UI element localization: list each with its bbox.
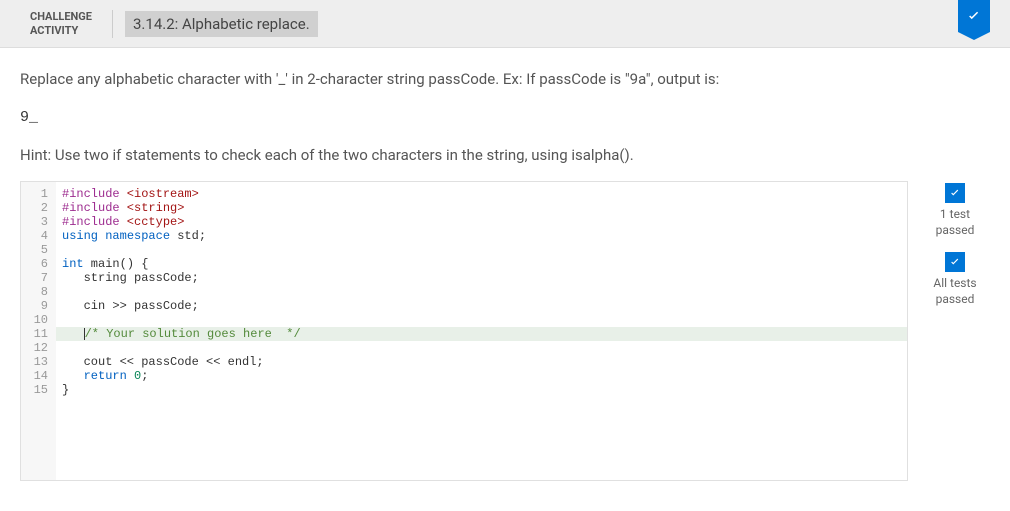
code-line: int main() { — [56, 257, 907, 271]
hint-text: Hint: Use two if statements to check eac… — [20, 144, 990, 167]
code-area[interactable]: #include <iostream> #include <string> #i… — [56, 182, 907, 480]
code-line: #include <cctype> — [56, 215, 907, 229]
completion-badge — [958, 0, 990, 32]
test-check-2 — [945, 252, 965, 272]
code-line — [56, 285, 907, 299]
challenge-header: CHALLENGE ACTIVITY 3.14.2: Alphabetic re… — [0, 0, 1010, 48]
code-line: return 0; — [56, 369, 907, 383]
code-editor[interactable]: 1 2 3 4 5 6 7 8 9 10 11 12 13 14 15 #inc… — [20, 181, 908, 481]
challenge-activity-label: CHALLENGE ACTIVITY — [0, 10, 113, 38]
code-line — [56, 313, 907, 327]
test-status-sidebar: 1 test passed All tests passed — [920, 181, 990, 481]
code-line — [56, 243, 907, 257]
code-line: string passCode; — [56, 271, 907, 285]
code-line: /* Your solution goes here */ — [56, 327, 907, 341]
code-line — [56, 341, 907, 355]
test-check-1 — [945, 183, 965, 203]
check-icon — [948, 255, 962, 269]
test-status-1: 1 test passed — [920, 207, 990, 238]
code-line: cout << passCode << endl; — [56, 355, 907, 369]
challenge-title: 3.14.2: Alphabetic replace. — [125, 11, 318, 37]
prompt-text: Replace any alphabetic character with '_… — [20, 68, 990, 91]
test-status-2: All tests passed — [920, 276, 990, 307]
code-line: } — [56, 383, 907, 397]
code-line: cin >> passCode; — [56, 299, 907, 313]
line-number-gutter: 1 2 3 4 5 6 7 8 9 10 11 12 13 14 15 — [21, 182, 56, 480]
prompt-section: Replace any alphabetic character with '_… — [0, 48, 1010, 166]
check-icon — [965, 7, 983, 25]
code-line: #include <iostream> — [56, 187, 907, 201]
check-icon — [948, 186, 962, 200]
code-line: using namespace std; — [56, 229, 907, 243]
code-line: #include <string> — [56, 201, 907, 215]
example-output: 9_ — [20, 109, 990, 126]
editor-container: 1 2 3 4 5 6 7 8 9 10 11 12 13 14 15 #inc… — [0, 181, 1010, 481]
